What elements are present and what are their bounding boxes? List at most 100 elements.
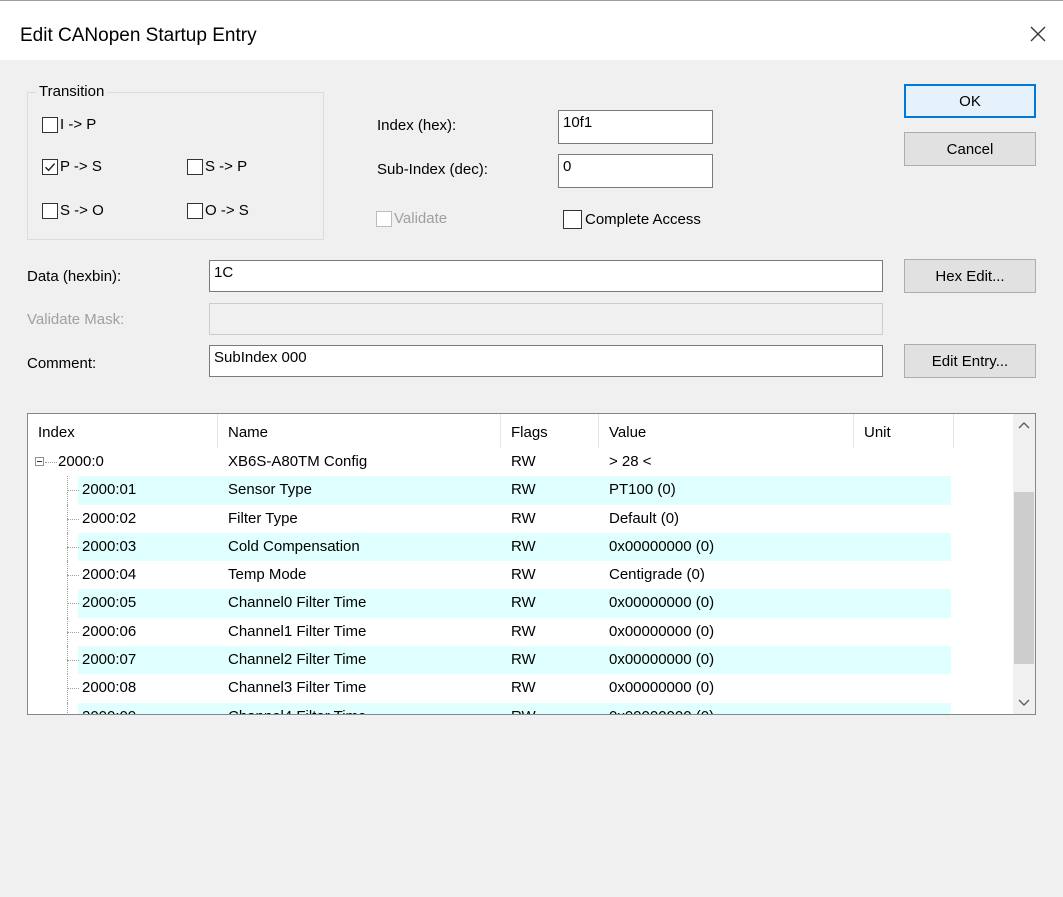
vertical-scrollbar[interactable] [1013,414,1035,714]
cell-index: 2000:03 [82,537,137,555]
cell-value: PT100 (0) [609,481,676,499]
table-row[interactable]: 2000:0 XB6S-A80TM Config RW > 28 < [28,448,1013,476]
cell-index: 2000:05 [82,594,137,612]
checkbox-box[interactable] [187,158,203,175]
comment-label: Comment: [27,355,97,372]
window-top-border [0,0,1063,1]
checkbox-s-to-p[interactable]: S -> P [187,158,247,175]
cell-value: 0x00000000 (0) [609,622,715,640]
tree-connector [45,462,57,464]
column-header-unit[interactable]: Unit [854,414,954,448]
checkbox-box[interactable] [376,210,392,227]
subindex-input[interactable]: 0 [558,154,713,188]
checkmark-icon [45,162,56,171]
tree-connector [67,702,69,714]
validate-mask-input[interactable] [209,303,883,335]
checkbox-box[interactable] [42,116,58,133]
cell-flags: RW [511,622,536,640]
cell-flags: RW [511,453,536,470]
comment-input[interactable]: SubIndex 000 [209,345,883,377]
cell-flags: RW [511,481,536,499]
cell-index: 2000:0 [58,453,104,470]
column-header-flags[interactable]: Flags [501,414,599,448]
dialog-title: Edit CANopen Startup Entry [20,25,257,46]
tree-collapse-icon[interactable] [35,457,44,466]
table-row[interactable]: 2000:01 Sensor Type RW PT100 (0) [28,476,1013,505]
table-row[interactable]: 2000:08 Channel3 Filter Time RW 0x00000000 … [28,674,1013,703]
cancel-button[interactable]: Cancel [904,132,1036,166]
checkbox-i-to-p[interactable]: I -> P [42,116,96,133]
column-header-value[interactable]: Value [599,414,854,448]
checkbox-label: P -> S [60,158,102,175]
cell-name: Filter Type [228,509,298,527]
cell-name: Channel1 Filter Time [228,622,367,640]
cell-name: Channel3 Filter Time [228,679,367,697]
list-rows: 2000:0 XB6S-A80TM Config RW > 28 < 2000:01 Se… [28,448,1013,714]
cell-name: Channel4 Filter Time [228,703,366,714]
checkbox-s-to-o[interactable]: S -> O [42,202,104,219]
column-header-index[interactable]: Index [28,414,218,448]
cell-index: 2000:01 [82,481,137,499]
cell-value: 0x00000000 (0) [609,594,715,612]
validate-checkbox[interactable]: Validate [376,210,447,227]
data-label: Data (hexbin): [27,268,122,285]
index-label: Index (hex): [377,117,457,134]
column-header-name[interactable]: Name [218,414,501,448]
cell-value: 0x00000000 (0) [609,703,714,714]
tree-connector [67,490,79,492]
scroll-thumb[interactable] [1014,492,1034,664]
complete-access-checkbox[interactable]: Complete Access [563,210,701,229]
cell-flags: RW [511,651,536,669]
index-input[interactable]: 10f1 [558,110,713,144]
table-row[interactable]: 2000:07 Channel2 Filter Time RW 0x00000000 … [28,646,1013,675]
cell-flags: RW [511,679,536,697]
checkbox-box[interactable] [42,158,58,175]
table-row[interactable]: 2000:06 Channel1 Filter Time RW 0x00000000 … [28,617,1013,647]
tree-connector [67,546,79,549]
checkbox-box[interactable] [563,210,582,229]
close-button[interactable] [1020,16,1056,52]
data-input[interactable]: 1C [209,260,883,292]
checkbox-p-to-s[interactable]: P -> S [42,158,102,175]
checkbox-label: S -> P [205,158,248,175]
validate-mask-label: Validate Mask: [27,311,125,328]
cell-value: > 28 < [609,453,652,470]
cell-name: Channel2 Filter Time [228,651,367,669]
checkbox-label: Validate [394,210,448,227]
checkbox-label: Complete Access [585,211,701,228]
object-list[interactable]: Index Name Flags Value Unit 2000:0 XB6S-A… [27,413,1036,715]
checkbox-o-to-s[interactable]: O -> S [187,202,249,219]
checkbox-label: O -> S [205,202,249,219]
tree-connector [67,631,79,634]
tree-connector [67,688,79,690]
tree-connector [67,660,79,662]
table-row[interactable]: 2000:02 Filter Type RW Default (0) [28,504,1013,533]
edit-entry-button[interactable]: Edit Entry... [904,344,1036,378]
tree-connector [67,575,79,577]
table-row[interactable]: 2000:04 Temp Mode RW Centigrade (0) [28,561,1013,590]
cell-name: Sensor Type [228,481,312,499]
cell-name: XB6S-A80TM Config [228,453,368,470]
cell-name: Temp Mode [228,566,307,584]
cell-index: 2000:02 [82,509,137,527]
scroll-up-button[interactable] [1013,414,1035,436]
checkbox-label: I -> P [60,116,97,133]
ok-button[interactable]: OK [904,84,1036,118]
close-icon [1030,26,1046,42]
checkbox-box[interactable] [42,202,58,219]
hex-edit-button[interactable]: Hex Edit... [904,259,1036,293]
transition-group-label: Transition [36,83,108,100]
checkbox-box[interactable] [187,202,203,219]
chevron-down-icon [1018,699,1030,706]
scroll-down-button[interactable] [1013,692,1035,714]
cell-value: Centigrade (0) [609,566,705,584]
cell-value: Default (0) [609,509,680,527]
cell-index: 2000:06 [82,622,137,640]
table-row[interactable]: 2000:05 Channel0 Filter Time RW 0x00000000 … [28,589,1013,618]
cell-index: 2000:07 [82,651,137,669]
cell-value: 0x00000000 (0) [609,537,715,555]
table-row[interactable]: 2000:03 Cold Compensation RW 0x00000000 (0) [28,532,1013,562]
cell-value: 0x00000000 (0) [609,651,715,669]
table-row[interactable]: 2000:09 Channel4 Filter Time RW 0x00000000 … [28,702,1013,714]
tree-connector [67,518,79,521]
